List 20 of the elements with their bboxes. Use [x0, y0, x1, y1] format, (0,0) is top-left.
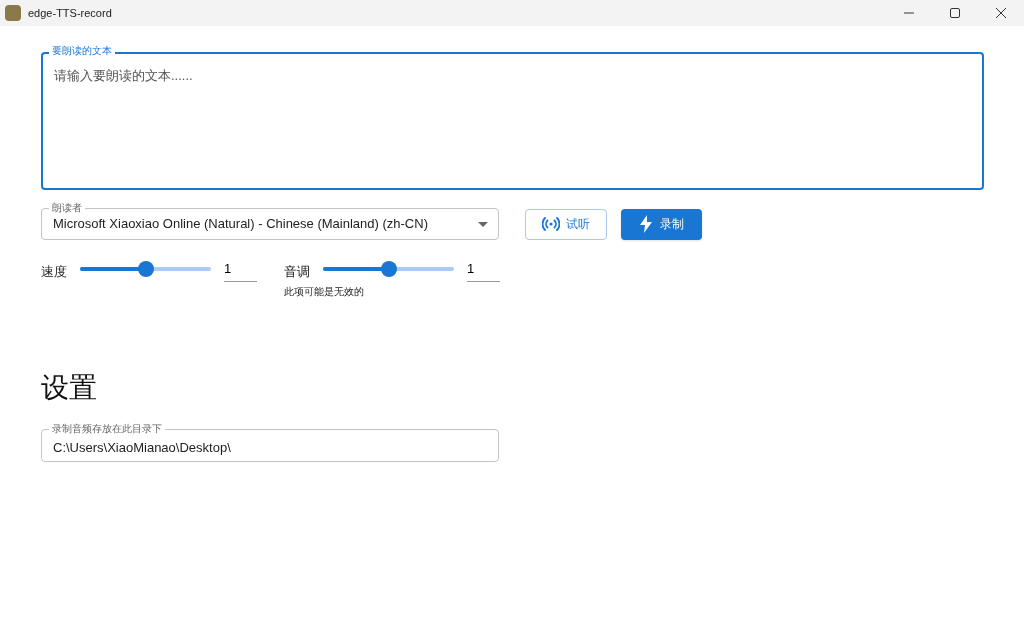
maximize-icon	[950, 8, 960, 18]
caret-icon	[478, 221, 488, 227]
section-heading: 设置	[41, 371, 98, 405]
close-icon	[996, 8, 1006, 18]
slider-label: 音调	[284, 263, 311, 282]
field-label: 朗读者	[49, 202, 85, 213]
hint-text: 此项可能是无效的	[284, 285, 365, 299]
app-icon	[5, 5, 21, 21]
lightning-icon	[639, 215, 652, 233]
preview-button[interactable]: 试听	[525, 208, 607, 240]
value-field[interactable]: 1	[224, 256, 257, 282]
field-label: 录制音频存放在此目录下	[49, 423, 165, 434]
slider-label: 速度	[41, 263, 68, 282]
broadcast-icon	[542, 217, 560, 231]
window-title: edge-TTS-record	[28, 5, 112, 21]
slider-thumb[interactable]	[137, 261, 154, 277]
field-label: 要朗读的文本	[49, 45, 115, 57]
slider-thumb[interactable]	[380, 261, 397, 277]
value-field[interactable]: 1	[467, 256, 500, 282]
record-button[interactable]: 录制	[621, 208, 702, 240]
